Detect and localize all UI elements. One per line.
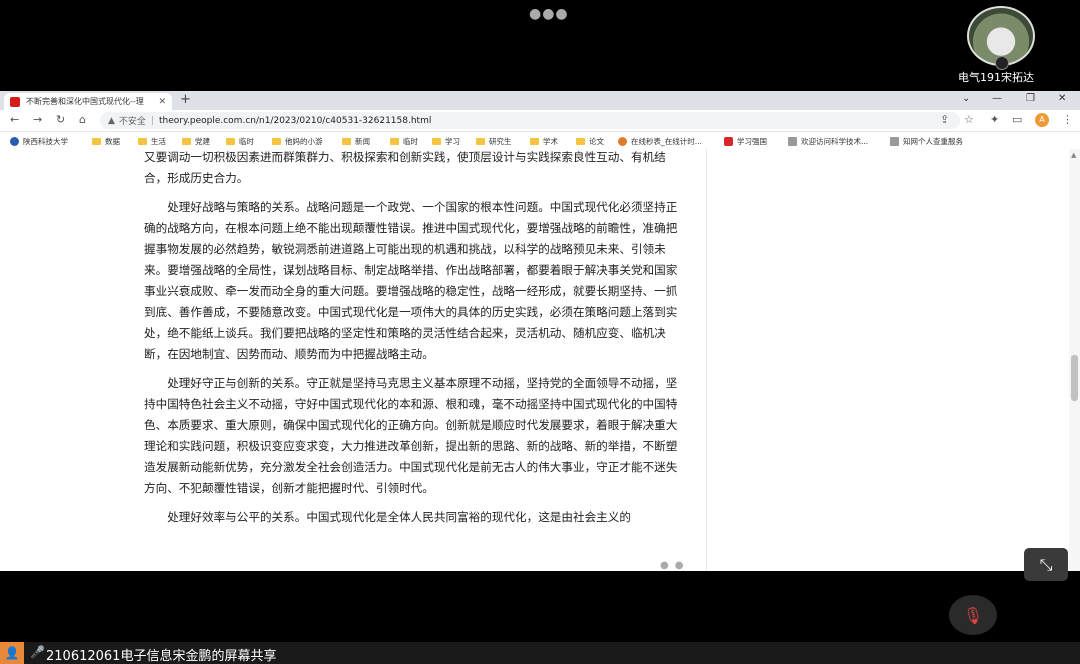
bookmark-label: 数据 (105, 137, 120, 146)
bookmark-item[interactable]: 临时 (226, 136, 254, 147)
shrink-window-icon: ⤡ (1039, 554, 1053, 574)
bookmark-item[interactable]: 学习 (432, 136, 460, 147)
bookmark-label: 新闻 (355, 137, 370, 146)
xuexi-icon (724, 137, 733, 146)
warning-icon: ▲ (108, 115, 115, 126)
forward-icon[interactable]: → (33, 113, 42, 126)
bookmark-item[interactable]: 生活 (138, 136, 166, 147)
school-icon (10, 137, 19, 146)
sidebar-icon[interactable]: ▭ (1012, 113, 1022, 126)
folder-icon (476, 138, 485, 145)
restore-button[interactable]: ❐ (1026, 93, 1035, 104)
bookmark-item[interactable]: 学术 (530, 136, 558, 147)
bookmark-item[interactable]: 党建 (182, 136, 210, 147)
folder-icon (342, 138, 351, 145)
bookmark-item[interactable]: 论文 (576, 136, 604, 147)
home-icon[interactable]: ⌂ (79, 113, 86, 126)
extensions-icon[interactable]: ✦ (990, 113, 999, 126)
bookmark-label: 他妈的小游 (285, 137, 323, 146)
article-paragraph: 处理好守正与创新的关系。守正就是坚持马克思主义基本原理不动摇，坚持党的全面领导不… (144, 376, 678, 495)
address-bar-row: ← → ↻ ⌂ ▲ 不安全 | theory.people.com.cn/n1/… (0, 110, 1080, 132)
shared-browser-window: 不断完善和深化中国式现代化--理 ✕ + ⌄ — ❐ ✕ ← → ↻ ⌂ ▲ 不… (0, 91, 1080, 571)
bookmark-label: 欢迎访问科学技术... (801, 137, 869, 146)
sidebar-divider (706, 149, 707, 571)
sharer-mic-icon: 🎤 (30, 645, 45, 659)
bookmark-item[interactable]: 在线秒表_在线计时... (618, 136, 702, 147)
new-tab-button[interactable]: + (180, 92, 191, 107)
folder-icon (182, 138, 191, 145)
article-paragraph: 处理好效率与公平的关系。中国式现代化是全体人民共同富裕的现代化，这是由社会主义的 (167, 510, 631, 524)
menu-icon[interactable]: ⋮ (1062, 113, 1073, 126)
bookmark-item[interactable]: 研究生 (476, 136, 512, 147)
tab-search-icon[interactable]: ⌄ (962, 93, 970, 104)
top-more-dots[interactable]: ●●● (529, 6, 569, 22)
bookmark-item[interactable]: 临时 (390, 136, 418, 147)
folder-icon (138, 138, 147, 145)
bookmark-item[interactable]: 陕西科技大学 (10, 136, 68, 147)
bookmark-label: 知网个人查重服务 (903, 137, 963, 146)
bookmark-label: 陕西科技大学 (23, 137, 68, 146)
article-column: 又要调动一切积极因素进而群策群力、积极探索和创新实践，使顶层设计与实践探索良性互… (122, 149, 705, 571)
folder-icon (226, 138, 235, 145)
minimize-button[interactable]: — (992, 93, 1002, 104)
bookmark-item[interactable]: 学习强国 (724, 136, 767, 147)
mic-muted-icon: 🎙 (962, 605, 984, 625)
share-label: 210612061电子信息宋金鹏的屏幕共享 (46, 649, 277, 664)
share-status-bar: 👤 🎤 210612061电子信息宋金鹏的屏幕共享 (0, 642, 1080, 664)
bookmark-label: 在线秒表_在线计时... (631, 137, 702, 146)
folder-icon (92, 138, 101, 145)
reload-icon[interactable]: ↻ (56, 113, 65, 126)
article-body: 又要调动一切积极因素进而群策群力、积极探索和创新实践，使顶层设计与实践探索良性互… (144, 149, 684, 536)
bookmark-label: 党建 (195, 137, 210, 146)
omnibox-separator: | (150, 115, 154, 126)
people-favicon-icon (10, 96, 20, 107)
share-icon[interactable]: ⇪ (940, 113, 949, 126)
folder-icon (432, 138, 441, 145)
bookmark-label: 研究生 (489, 137, 512, 146)
bookmark-item[interactable]: 知网个人查重服务 (890, 136, 963, 147)
article-paragraph: 处理好战略与策略的关系。战略问题是一个政党、一个国家的根本性问题。中国式现代化必… (144, 200, 678, 361)
bookmark-item[interactable]: 新闻 (342, 136, 370, 147)
page-content: 又要调动一切积极因素进而群策群力、积极探索和创新实践，使顶层设计与实践探索良性互… (0, 149, 1080, 571)
mute-mic-button[interactable]: 🎙 (949, 595, 997, 635)
timer-icon (618, 137, 627, 146)
bookmark-label: 论文 (589, 137, 604, 146)
bookmark-item[interactable]: 他妈的小游 (272, 136, 323, 147)
bookmark-star-icon[interactable]: ☆ (964, 113, 974, 126)
back-icon[interactable]: ← (10, 113, 19, 126)
participant-name: 电气191宋拓达 (958, 71, 1034, 84)
folder-icon (390, 138, 399, 145)
omnibox[interactable]: ▲ 不安全 | theory.people.com.cn/n1/2023/021… (100, 112, 960, 129)
bookmark-label: 临时 (239, 137, 254, 146)
participant-mic-icon (995, 56, 1009, 70)
bookmark-item[interactable]: 欢迎访问科学技术... (788, 136, 868, 147)
profile-avatar[interactable]: A (1035, 113, 1049, 127)
bookmark-label: 学术 (543, 137, 558, 146)
tab-strip: 不断完善和深化中国式现代化--理 ✕ + ⌄ — ❐ ✕ (0, 91, 1080, 110)
exit-fullscreen-button[interactable]: ⤡ (1024, 548, 1068, 581)
scroll-thumb[interactable] (1071, 355, 1078, 401)
article-paragraph: 又要调动一切积极因素进而群策群力、积极探索和创新实践，使顶层设计与实践探索良性互… (144, 150, 666, 185)
carousel-dots[interactable]: ●● (660, 560, 689, 571)
sharer-avatar: 👤 (0, 642, 24, 664)
participant-avatar[interactable] (967, 6, 1035, 70)
bookmark-label: 临时 (403, 137, 418, 146)
bookmark-item[interactable]: 数据 (92, 136, 120, 147)
tab-title: 不断完善和深化中国式现代化--理 (26, 97, 144, 106)
close-window-button[interactable]: ✕ (1058, 93, 1066, 104)
folder-icon (576, 138, 585, 145)
bookmark-label: 生活 (151, 137, 166, 146)
folder-icon (530, 138, 539, 145)
insecure-label: 不安全 (118, 117, 146, 127)
folder-icon (272, 138, 281, 145)
bookmark-label: 学习 (445, 137, 460, 146)
bookmark-label: 学习强国 (737, 137, 767, 146)
page-scrollbar[interactable]: ▲ (1069, 149, 1080, 571)
tab-close-icon[interactable]: ✕ (158, 97, 166, 107)
scroll-up-icon[interactable]: ▲ (1071, 151, 1076, 159)
page-icon (788, 137, 797, 146)
page-icon (890, 137, 899, 146)
browser-tab-active[interactable]: 不断完善和深化中国式现代化--理 ✕ (4, 93, 172, 110)
url-text[interactable]: theory.people.com.cn/n1/2023/0210/c40531… (159, 116, 431, 126)
